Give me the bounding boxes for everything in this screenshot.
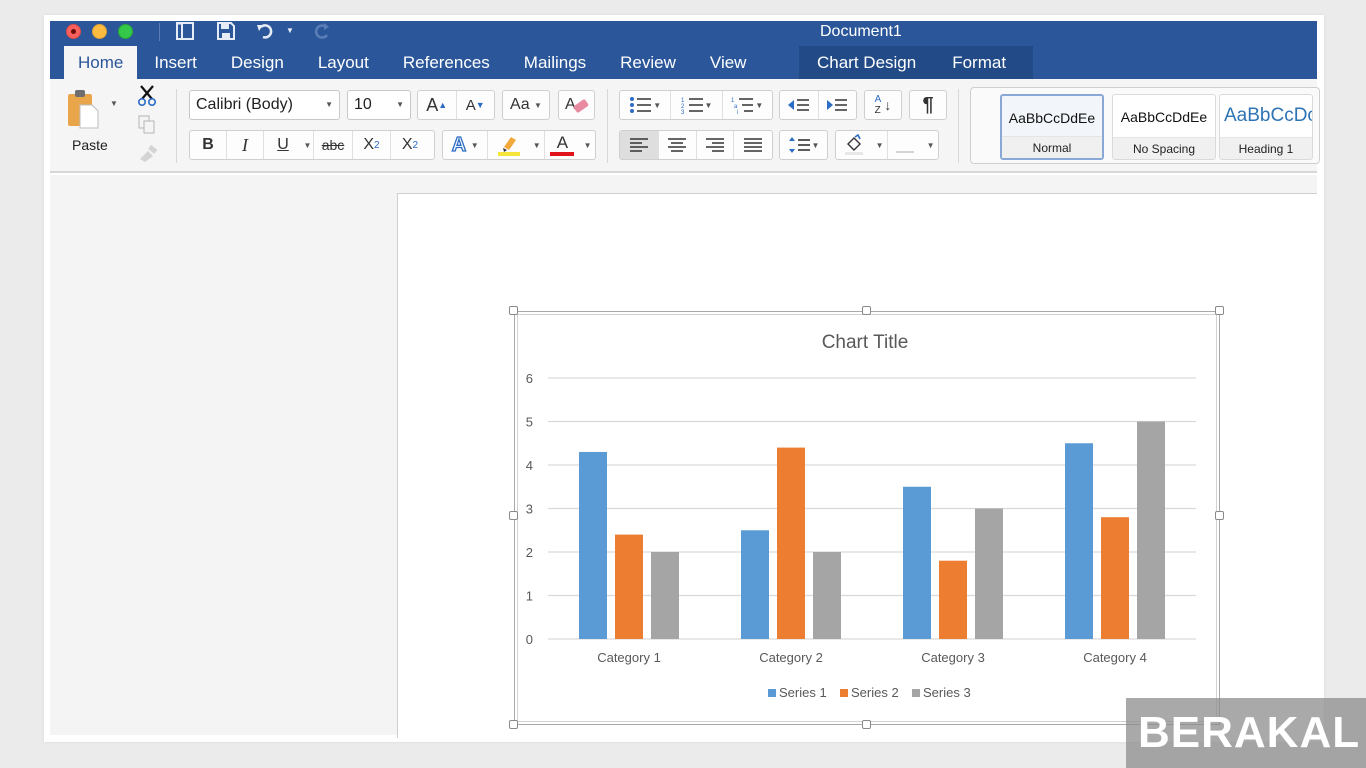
legend-swatch	[912, 689, 920, 697]
bar-series-3-category-4[interactable]	[1137, 421, 1165, 640]
y-tick-label: 2	[526, 545, 533, 560]
chart-title[interactable]: Chart Title	[822, 332, 909, 353]
bar-series-3-category-2[interactable]	[813, 552, 841, 639]
watermark-logo: BERAKAL	[1126, 698, 1366, 768]
y-axis-labels: 0 1 2 3 4 5 6	[526, 371, 533, 647]
y-tick-label: 3	[526, 502, 533, 517]
bar-series-2-category-1[interactable]	[615, 534, 643, 639]
chart-legend[interactable]: Series 1 Series 2 Series 3	[768, 685, 971, 700]
bar-series-2-category-3[interactable]	[939, 560, 967, 639]
x-tick-label: Category 4	[1083, 650, 1147, 665]
bar-series-3-category-3[interactable]	[975, 508, 1003, 640]
x-axis-labels: Category 1 Category 2 Category 3 Category 4	[597, 650, 1147, 665]
legend-label: Series 2	[851, 685, 899, 700]
x-tick-label: Category 2	[759, 650, 823, 665]
bar-series-3-category-1[interactable]	[651, 552, 679, 639]
bars	[579, 421, 1165, 640]
y-tick-label: 0	[526, 632, 533, 647]
bar-series-1-category-3[interactable]	[903, 486, 931, 639]
legend-swatch	[840, 689, 848, 697]
bar-series-1-category-1[interactable]	[579, 451, 607, 639]
legend-label: Series 3	[923, 685, 971, 700]
y-tick-label: 6	[526, 371, 533, 386]
bar-series-2-category-2[interactable]	[777, 447, 805, 639]
x-tick-label: Category 3	[921, 650, 985, 665]
y-tick-label: 5	[526, 415, 533, 430]
bar-series-1-category-4[interactable]	[1065, 443, 1093, 639]
bar-chart: Chart Title 0 1 2 3 4 5 6 Category 1 Category 2…	[526, 332, 1196, 700]
y-tick-label: 1	[526, 589, 533, 604]
legend-label: Series 1	[779, 685, 827, 700]
bar-series-2-category-4[interactable]	[1101, 517, 1129, 639]
legend-swatch	[768, 689, 776, 697]
bar-series-1-category-2[interactable]	[741, 530, 769, 639]
gridlines	[548, 377, 1196, 640]
x-tick-label: Category 1	[597, 650, 661, 665]
y-tick-label: 4	[526, 458, 533, 473]
